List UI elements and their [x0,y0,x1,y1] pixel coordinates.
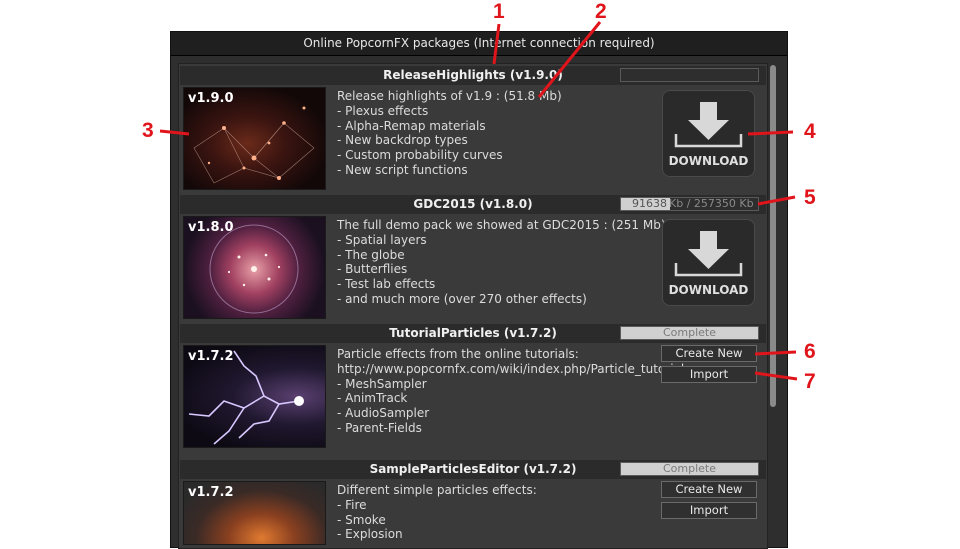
callout-7: 7 [804,370,816,393]
callout-arrows [159,21,798,381]
callout-2: 2 [595,0,607,23]
callout-1: 1 [493,0,505,23]
callout-4: 4 [804,120,816,143]
callout-6: 6 [804,340,816,363]
callout-3: 3 [142,119,154,142]
callout-5: 5 [804,186,816,209]
